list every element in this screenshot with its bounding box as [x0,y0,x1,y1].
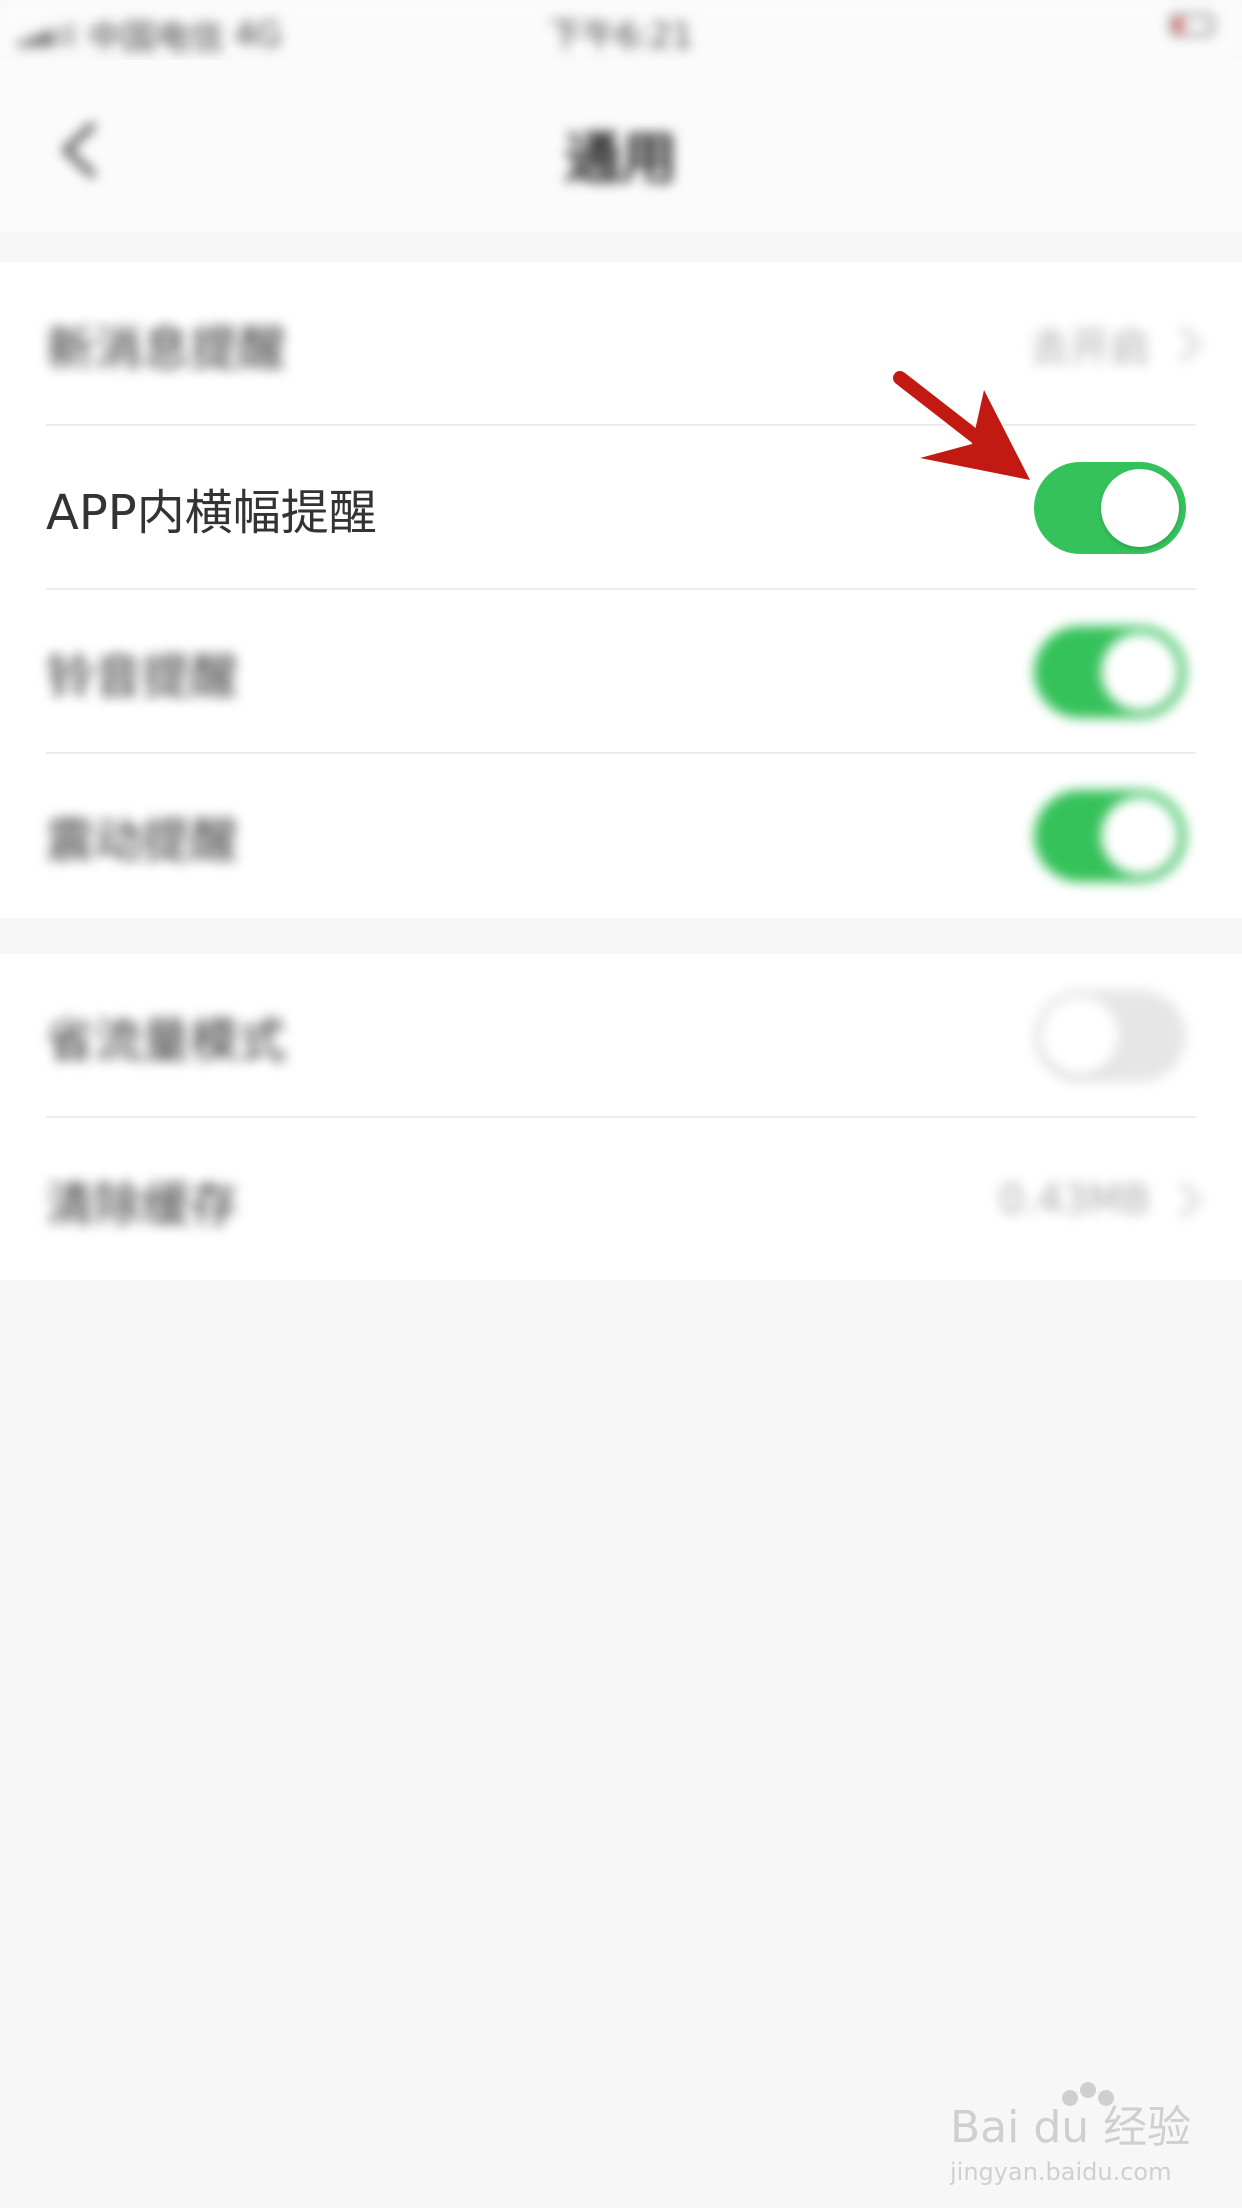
setting-row-in-app-banner: APP内横幅提醒 [0,426,1242,590]
watermark-url: jingyan.baidu.com [950,2158,1171,2186]
toggle-knob [1101,633,1179,711]
setting-label: 铃音提醒 [46,649,239,705]
page-title: 通用 [565,127,677,192]
status-bar: 中国电信 4G 下午6:21 [0,0,1242,60]
setting-row-ringtone: 铃音提醒 [0,590,1242,754]
setting-row-clear-cache[interactable]: 清除缓存 0.43MB [0,1118,1242,1282]
navigation-bar: 通用 [0,60,1242,232]
battery-icon [1170,14,1214,36]
in-app-banner-toggle[interactable] [1034,462,1186,554]
data-saver-toggle[interactable] [1034,990,1186,1082]
chevron-right-icon [1164,1181,1202,1219]
setting-row-new-message[interactable]: 新消息提醒 去开启 [0,262,1242,426]
baidu-jingyan-watermark: Bai du 经验 jingyan.baidu.com [950,2082,1191,2186]
setting-row-vibration: 震动提醒 [0,754,1242,918]
chevron-right-icon [1164,325,1202,363]
ringtone-toggle[interactable] [1034,626,1186,718]
vibration-toggle[interactable] [1034,790,1186,882]
toggle-knob [1041,997,1119,1075]
setting-row-data-saver: 省流量模式 [0,954,1242,1118]
status-right [1170,14,1214,36]
setting-label: 震动提醒 [46,813,239,869]
red-arrow-annotation-icon [893,371,1030,480]
setting-value: 去开启 [1030,325,1150,371]
toggle-knob [1101,469,1179,547]
status-time: 下午6:21 [548,16,694,56]
settings-group-notifications: 新消息提醒 去开启 APP内横幅提醒 铃音提醒 震动提醒 [0,262,1242,918]
settings-group-data: 省流量模式 清除缓存 0.43MB [0,954,1242,1280]
setting-label: 新消息提醒 [46,321,287,377]
cache-size-value: 0.43MB [998,1177,1150,1223]
toggle-knob [1101,797,1179,875]
setting-label: 清除缓存 [46,1177,239,1233]
setting-label: 省流量模式 [46,1013,287,1069]
setting-label: APP内横幅提醒 [46,485,377,541]
watermark-brand: Bai du 经验 [950,2102,1191,2153]
